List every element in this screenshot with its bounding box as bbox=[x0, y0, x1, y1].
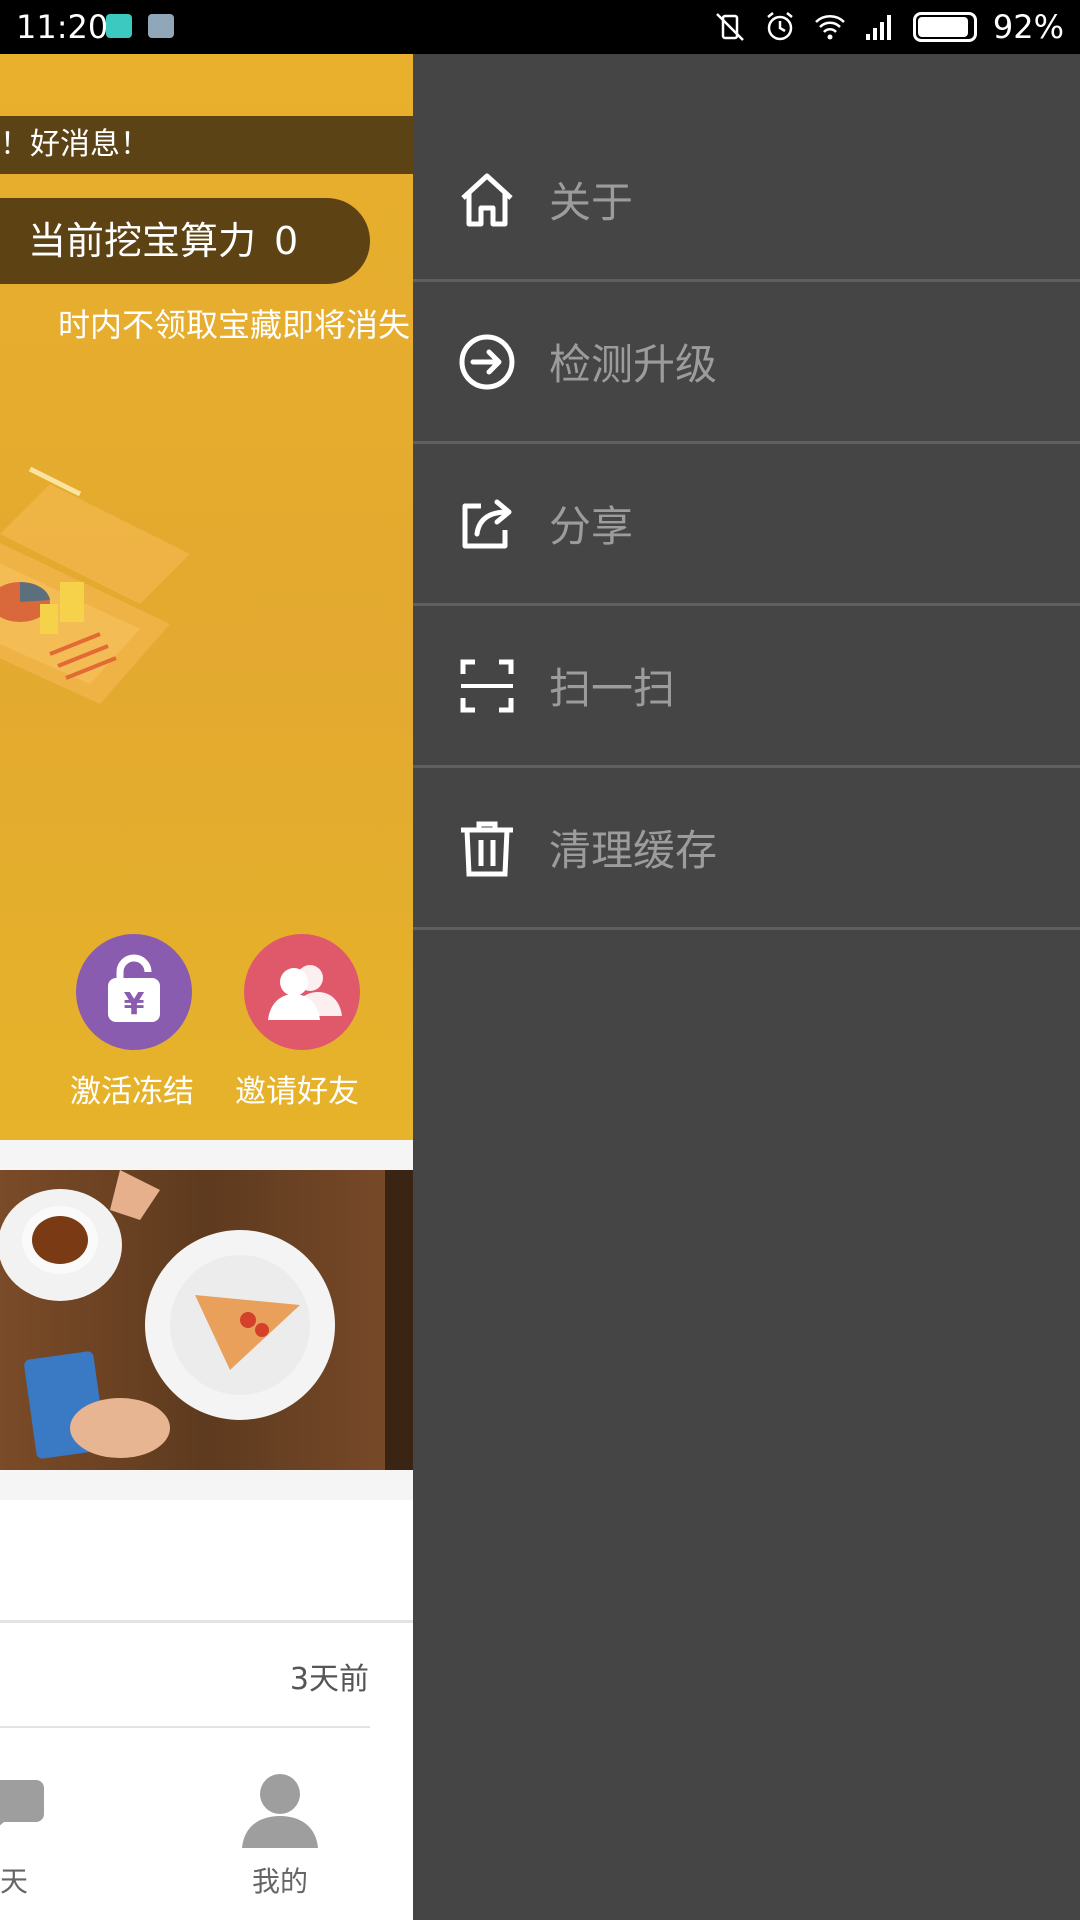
menu-item-clear-cache[interactable]: 清理缓存 bbox=[413, 768, 1080, 930]
card-divider bbox=[0, 1620, 413, 1623]
trash-icon bbox=[461, 821, 513, 876]
mining-power-label: 当前挖宝算力 bbox=[28, 219, 257, 263]
notes-app-icon bbox=[148, 14, 174, 38]
home-icon bbox=[461, 173, 513, 226]
scan-icon bbox=[460, 659, 514, 712]
mining-power-value: 0 bbox=[274, 219, 299, 263]
menu-item-scan[interactable]: 扫一扫 bbox=[413, 606, 1080, 768]
invite-friends-button[interactable] bbox=[244, 934, 360, 1050]
arrow-circle-icon bbox=[459, 334, 515, 389]
battery-percent: 92% bbox=[992, 8, 1064, 46]
menu-item-share[interactable]: 分享 bbox=[413, 444, 1080, 606]
news-ticker: ！好消息！ bbox=[0, 116, 413, 174]
mining-power-badge: 当前挖宝算力 0 bbox=[0, 198, 370, 284]
drawer-menu: 关于 检测升级 分享 扫一扫 清理缓存 bbox=[413, 120, 1080, 930]
tab-profile[interactable]: 我的 bbox=[230, 1770, 330, 1900]
tab-profile-label: 我的 bbox=[251, 1865, 308, 1898]
status-time: 11:20 bbox=[16, 8, 109, 46]
profile-icon bbox=[242, 1774, 318, 1848]
menu-item-about[interactable]: 关于 bbox=[413, 120, 1080, 282]
chat-icon bbox=[0, 1780, 44, 1826]
side-drawer: 关于 检测升级 分享 扫一扫 清理缓存 bbox=[413, 54, 1080, 1920]
friends-icon bbox=[268, 965, 342, 1020]
share-icon bbox=[462, 499, 512, 548]
invite-friends-label: 邀请好友 bbox=[235, 1074, 359, 1110]
menu-item-check-update[interactable]: 检测升级 bbox=[413, 282, 1080, 444]
treasure-notice: 时内不领取宝藏即将消失 bbox=[57, 306, 410, 344]
ticker-text: ！好消息！ bbox=[0, 127, 150, 162]
boss-app-icon bbox=[106, 14, 132, 38]
alarm-icon bbox=[767, 12, 793, 41]
status-bar: 11:20 92% bbox=[0, 0, 1080, 54]
coffee-pizza-photo bbox=[0, 1170, 413, 1470]
wifi-icon bbox=[815, 15, 845, 40]
menu-item-label: 清理缓存 bbox=[549, 826, 718, 875]
treasure-illustration bbox=[0, 466, 190, 704]
section-divider bbox=[0, 1470, 413, 1500]
post-time: 3天前 bbox=[289, 1662, 369, 1697]
battery-icon bbox=[912, 12, 977, 42]
home-screen: ！好消息！ 当前挖宝算力 0 时内不领取宝藏即将消失 ¥ 激活冻结 邀请好友 3… bbox=[0, 54, 413, 1920]
menu-item-label: 关于 bbox=[549, 178, 634, 227]
menu-item-label: 扫一扫 bbox=[549, 664, 676, 713]
tab-chat[interactable]: 聊天 bbox=[0, 1770, 70, 1900]
banner-image[interactable] bbox=[0, 1170, 413, 1470]
signal-icon bbox=[865, 15, 891, 40]
vibrate-off-icon bbox=[715, 13, 744, 41]
card-divider bbox=[0, 1726, 370, 1728]
menu-item-label: 分享 bbox=[549, 502, 634, 551]
section-divider bbox=[0, 1140, 413, 1170]
tab-chat-label: 聊天 bbox=[0, 1865, 28, 1898]
menu-item-label: 检测升级 bbox=[549, 340, 718, 389]
unlock-yuan-icon: ¥ bbox=[108, 954, 160, 1022]
activate-frozen-button[interactable]: ¥ bbox=[76, 934, 192, 1050]
activate-frozen-label: 激活冻结 bbox=[70, 1074, 194, 1110]
svg-text:¥: ¥ bbox=[124, 987, 145, 1022]
